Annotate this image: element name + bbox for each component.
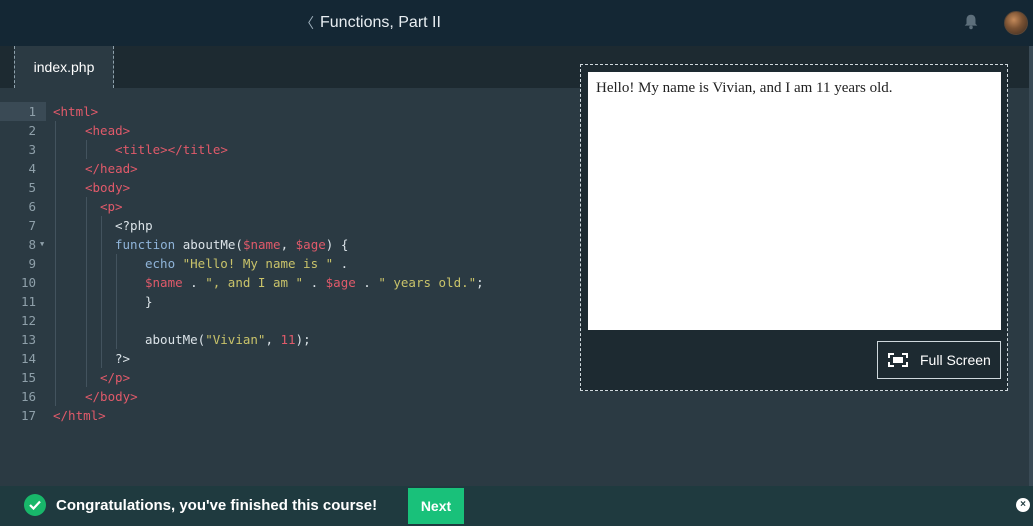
code-line[interactable]: 6 <p> xyxy=(0,197,575,216)
html-open-tag: <html> xyxy=(53,104,99,119)
head-close-tag: </head> xyxy=(85,161,138,176)
code-line[interactable]: 3 <title></title> xyxy=(0,140,575,159)
code-text: </p> xyxy=(100,368,130,387)
line-number: 7 xyxy=(28,218,36,233)
line-number: 2 xyxy=(28,123,36,138)
code-line[interactable]: 11 } xyxy=(0,292,575,311)
line-number: 5 xyxy=(28,180,36,195)
php-open: <?php xyxy=(115,218,153,233)
line-number: 9 xyxy=(28,256,36,271)
line-number: 12 xyxy=(20,313,36,328)
lesson-title-text: Functions, Part II xyxy=(320,14,441,31)
code-text: ?> xyxy=(115,351,131,366)
fold-arrow-icon[interactable]: ▼ xyxy=(40,240,44,248)
p-open-tag: <p> xyxy=(100,199,123,214)
body-open-tag: <body> xyxy=(85,180,131,195)
code-line[interactable]: 16 </body> xyxy=(0,387,575,406)
code-line[interactable]: 8 ▼ function aboutMe($name, $age) { xyxy=(0,235,575,254)
line-number: 16 xyxy=(20,389,36,404)
bell-icon[interactable] xyxy=(962,13,980,31)
code-text: </html> xyxy=(53,406,106,425)
line-number: 11 xyxy=(20,294,36,309)
code-line[interactable]: 14 ?> xyxy=(0,349,575,368)
code-text: <body> xyxy=(85,178,130,197)
code-text: <html> xyxy=(53,102,98,121)
output-preview-panel: Hello! My name is Vivian, and I am 11 ye… xyxy=(580,64,1008,391)
fullscreen-label: Full Screen xyxy=(920,352,991,368)
code-text: <head> xyxy=(85,121,130,140)
scrollbar[interactable] xyxy=(1029,46,1033,486)
code-text: </head> xyxy=(85,159,138,178)
code-text: echo "Hello! My name is " . xyxy=(145,256,349,271)
tab-index-php[interactable]: index.php xyxy=(14,46,114,88)
line-number: 3 xyxy=(28,142,36,157)
check-circle-icon xyxy=(24,494,46,516)
close-icon[interactable]: × xyxy=(1016,498,1030,512)
code-line[interactable]: 2 <head> xyxy=(0,121,575,140)
tab-label: index.php xyxy=(33,59,95,75)
code-text: $name . ", and I am " . $age . " years o… xyxy=(145,275,484,290)
body-close-tag: </body> xyxy=(85,389,138,404)
lesson-title[interactable]: 〈 Functions, Part II xyxy=(300,13,441,33)
completion-message: Congratulations, you've finished this co… xyxy=(24,494,377,516)
code-text: <title></title> xyxy=(115,140,228,159)
chevron-left-icon[interactable]: 〈 xyxy=(300,13,314,33)
line-number: 10 xyxy=(20,275,36,290)
line-number: 14 xyxy=(20,351,36,366)
code-line[interactable]: 12 xyxy=(0,311,575,330)
completion-bar: Congratulations, you've finished this co… xyxy=(0,486,1033,526)
code-line[interactable]: 7 <?php xyxy=(0,216,575,235)
preview-output: Hello! My name is Vivian, and I am 11 ye… xyxy=(588,72,1001,330)
line-number: 15 xyxy=(20,370,36,385)
p-close-tag: </p> xyxy=(100,370,131,385)
code-editor[interactable]: 1 <html> 2 <head> 3 <title></title> 4 </… xyxy=(0,88,575,478)
code-text: <?php xyxy=(115,216,153,235)
next-button[interactable]: Next xyxy=(408,488,464,524)
code-line[interactable]: 10 $name . ", and I am " . $age . " year… xyxy=(0,273,575,292)
code-line[interactable]: 13 aboutMe("Vivian", 11); xyxy=(0,330,575,349)
head-open-tag: <head> xyxy=(85,123,131,138)
code-line[interactable]: 4 </head> xyxy=(0,159,575,178)
code-line[interactable]: 9 echo "Hello! My name is " . xyxy=(0,254,575,273)
completion-text: Congratulations, you've finished this co… xyxy=(56,496,378,514)
code-line[interactable]: 5 <body> xyxy=(0,178,575,197)
html-close-tag: </html> xyxy=(53,408,106,423)
code-line[interactable]: 15 </p> xyxy=(0,368,575,387)
code-text: </body> xyxy=(85,387,138,406)
line-number: 4 xyxy=(28,161,36,176)
code-line[interactable]: 1 <html> xyxy=(0,102,575,121)
top-bar: 〈 Functions, Part II xyxy=(0,0,1033,46)
code-text: } xyxy=(145,294,153,309)
code-text: <p> xyxy=(100,197,123,216)
avatar[interactable] xyxy=(1004,11,1028,35)
title-tag: <title></title> xyxy=(115,142,228,157)
line-number: 13 xyxy=(20,332,36,347)
line-number: 6 xyxy=(28,199,36,214)
line-number: 1 xyxy=(0,102,46,121)
fullscreen-button[interactable]: Full Screen xyxy=(877,341,1001,379)
code-line[interactable]: 17 </html> xyxy=(0,406,575,425)
code-text: aboutMe("Vivian", 11); xyxy=(145,332,311,347)
fullscreen-icon xyxy=(888,353,908,367)
code-text: function aboutMe($name, $age) { xyxy=(115,237,349,252)
line-number: 17 xyxy=(20,408,36,423)
